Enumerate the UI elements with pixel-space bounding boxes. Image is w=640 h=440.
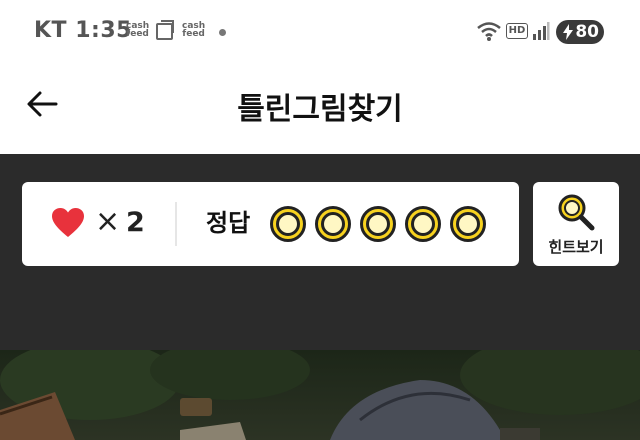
- answer-slot-icon: [315, 206, 351, 242]
- cashfeed-notification-icon: cash feed: [126, 21, 150, 39]
- hd-voice-icon: HD: [506, 23, 528, 39]
- answer-slot-icon: [360, 206, 396, 242]
- charging-bolt-icon: [563, 24, 573, 40]
- page-title: 틀린그림찾기: [237, 92, 403, 127]
- divider: [175, 202, 177, 246]
- carrier-name: KT: [34, 18, 68, 43]
- more-notifications-dot-icon: [219, 29, 226, 36]
- answer-label: 정답: [206, 209, 251, 237]
- cashfeed-notification-icon-2: cash feed: [182, 21, 206, 39]
- app-header: 틀린그림찾기: [0, 62, 640, 154]
- hint-label: 힌트보기: [548, 238, 604, 256]
- signal-strength-icon: [533, 22, 550, 40]
- answer-slot-icon: [405, 206, 441, 242]
- score-card: × 2 정답: [22, 182, 519, 266]
- battery-level: 80: [575, 22, 599, 42]
- hint-button[interactable]: 힌트보기: [533, 182, 619, 266]
- magnifier-icon: [558, 194, 595, 231]
- wifi-icon: [477, 22, 501, 41]
- status-carrier-time: KT 1:35: [34, 18, 132, 43]
- camping-scene-image: [0, 350, 640, 440]
- answer-slot-icon: [450, 206, 486, 242]
- game-panel: × 2 정답 힌트보기: [0, 154, 640, 350]
- status-bar: KT 1:35 cash feed cash feed HD 80: [0, 0, 640, 62]
- status-time: 1:35: [75, 18, 132, 43]
- lives-count: 2: [126, 207, 145, 238]
- multiplier-symbol: ×: [95, 204, 121, 239]
- battery-indicator: 80: [556, 20, 604, 44]
- answer-slot-icon: [270, 206, 306, 242]
- puzzle-photo[interactable]: [0, 350, 640, 440]
- answer-slots: [270, 206, 486, 244]
- screenshot-notification-icon: [156, 20, 174, 40]
- heart-icon: [52, 208, 84, 237]
